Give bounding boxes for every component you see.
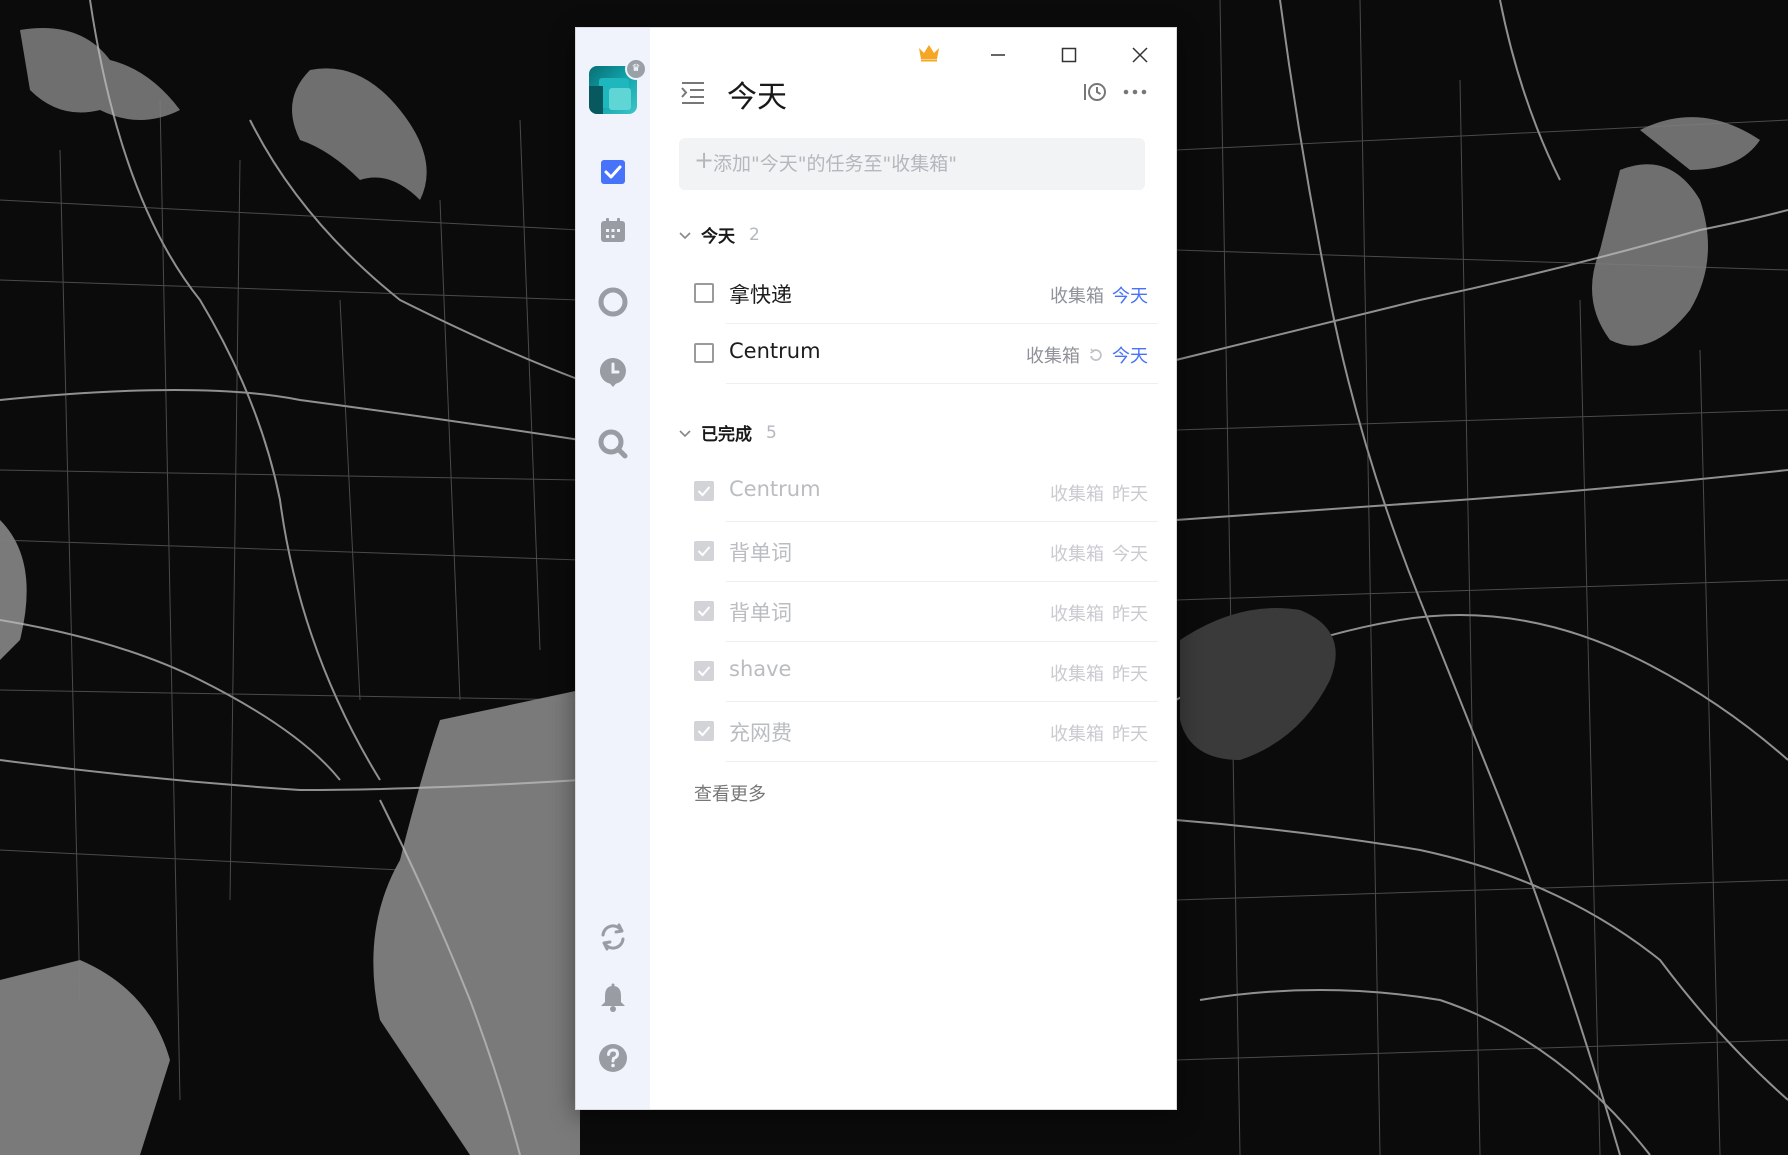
task-title: 背单词: [729, 541, 792, 565]
maximize-button[interactable]: [1049, 40, 1089, 70]
task-title: Centrum: [729, 477, 821, 501]
help-icon[interactable]: [597, 1042, 629, 1074]
task-date[interactable]: 昨天: [1112, 600, 1148, 626]
task-row[interactable]: 充网费 收集箱 昨天: [694, 702, 1158, 762]
section-today-header[interactable]: 今天 2: [677, 222, 760, 247]
task-project: 收集箱: [1050, 664, 1104, 685]
task-date[interactable]: 今天: [1112, 342, 1148, 368]
task-checkbox-checked[interactable]: [694, 721, 714, 741]
task-date[interactable]: 昨天: [1112, 660, 1148, 686]
section-today-count: 2: [749, 224, 760, 245]
see-more-link[interactable]: 查看更多: [694, 780, 766, 806]
section-completed-header[interactable]: 已完成 5: [677, 420, 777, 445]
task-project: 收集箱: [1050, 604, 1104, 625]
task-title: 充网费: [729, 721, 792, 745]
task-row[interactable]: 拿快递 收集箱 今天: [694, 264, 1158, 324]
task-date[interactable]: 今天: [1112, 540, 1148, 566]
menu-toggle-icon[interactable]: [679, 78, 707, 106]
task-project: 收集箱: [1050, 484, 1104, 505]
premium-badge-icon: ♛: [625, 58, 647, 80]
task-title: 拿快递: [729, 283, 792, 307]
sidebar: ♛: [576, 28, 650, 1109]
task-checkbox[interactable]: [694, 283, 714, 303]
task-title: Centrum: [729, 339, 821, 363]
calendar-icon[interactable]: [597, 214, 629, 246]
task-date[interactable]: 今天: [1112, 282, 1148, 308]
chevron-down-icon: [679, 429, 691, 437]
section-completed-title: 已完成: [701, 425, 752, 445]
task-row[interactable]: Centrum 收集箱 昨天: [694, 462, 1158, 522]
user-avatar[interactable]: ♛: [589, 58, 647, 114]
habit-clock-icon[interactable]: [597, 356, 629, 388]
bell-icon[interactable]: [597, 982, 629, 1014]
task-checkbox[interactable]: [694, 343, 714, 363]
task-title: shave: [729, 657, 792, 681]
sync-icon[interactable]: [597, 921, 629, 953]
task-row[interactable]: 背单词 收集箱 昨天: [694, 582, 1158, 642]
search-icon[interactable]: [597, 428, 629, 460]
section-completed-count: 5: [766, 422, 777, 443]
task-title: 背单词: [729, 601, 792, 625]
add-task-input[interactable]: [679, 138, 1145, 190]
section-today-title: 今天: [701, 227, 735, 247]
task-project: 收集箱: [1050, 544, 1104, 565]
minimize-button[interactable]: [978, 40, 1018, 70]
task-project: 收集箱: [1050, 286, 1104, 307]
chevron-down-icon: [679, 231, 691, 239]
more-options-icon[interactable]: [1121, 78, 1149, 106]
task-checkbox-checked[interactable]: [694, 541, 714, 561]
task-date[interactable]: 昨天: [1112, 480, 1148, 506]
task-row[interactable]: shave 收集箱 昨天: [694, 642, 1158, 702]
task-checkbox-checked[interactable]: [694, 661, 714, 681]
repeat-icon: [1090, 348, 1102, 361]
checklist-icon[interactable]: [597, 156, 629, 188]
focus-icon[interactable]: [597, 286, 629, 318]
task-row[interactable]: Centrum 收集箱 今天: [694, 324, 1158, 384]
history-icon[interactable]: [1081, 78, 1109, 106]
task-project: 收集箱: [1050, 724, 1104, 745]
premium-crown-icon[interactable]: [909, 38, 949, 68]
task-checkbox-checked[interactable]: [694, 481, 714, 501]
close-button[interactable]: [1120, 40, 1160, 70]
app-window: ♛ 今天 添加"今天"的任务至"收集箱" + 今天 2 拿快递 收集箱 今天 C…: [576, 28, 1176, 1109]
page-title: 今天: [727, 80, 787, 115]
task-date[interactable]: 昨天: [1112, 720, 1148, 746]
task-row[interactable]: 背单词 收集箱 今天: [694, 522, 1158, 582]
task-project: 收集箱: [1026, 346, 1080, 367]
task-checkbox-checked[interactable]: [694, 601, 714, 621]
